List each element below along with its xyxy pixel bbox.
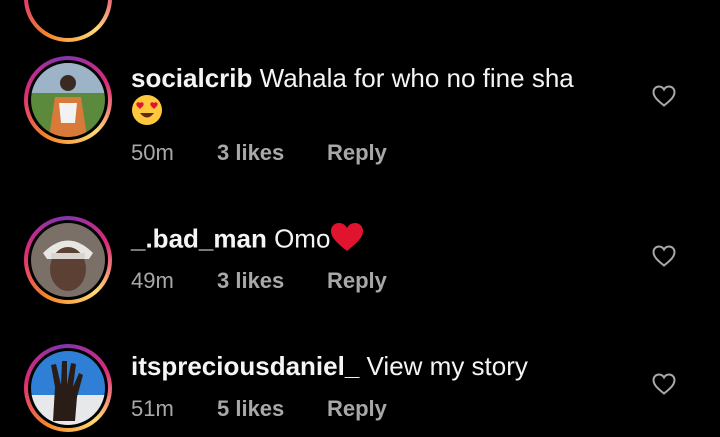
likes-count[interactable]: 3 likes xyxy=(217,140,327,166)
comment-meta: 49m 3 likes Reply xyxy=(131,268,387,294)
heart-outline-icon[interactable] xyxy=(652,245,676,267)
reply-button[interactable]: Reply xyxy=(327,268,387,294)
comment-emoji-line xyxy=(131,94,163,133)
likes-count[interactable]: 3 likes xyxy=(217,268,327,294)
comment-meta: 50m 3 likes Reply xyxy=(131,140,387,166)
comment-text: _.bad_man Omo xyxy=(131,222,364,259)
username[interactable]: _.bad_man xyxy=(131,223,267,253)
comment-body: View my story xyxy=(366,351,528,381)
comment-text: itspreciousdaniel_ View my story xyxy=(131,350,528,382)
avatar-photo xyxy=(31,223,105,297)
comment-meta: 51m 5 likes Reply xyxy=(131,396,387,422)
comment-body: Omo xyxy=(274,223,331,254)
avatar-photo xyxy=(31,63,105,137)
comment-time: 50m xyxy=(131,140,174,165)
avatar[interactable] xyxy=(24,344,112,432)
avatar[interactable] xyxy=(24,56,112,144)
heart-outline-icon[interactable] xyxy=(652,373,676,395)
avatar[interactable] xyxy=(24,216,112,304)
comment-time: 49m xyxy=(131,268,174,293)
avatar[interactable] xyxy=(24,0,112,42)
heart-outline-icon[interactable] xyxy=(652,85,676,107)
username[interactable]: itspreciousdaniel_ xyxy=(131,351,359,381)
comment-body: Wahala for who no fine sha xyxy=(259,63,574,93)
comment-time: 51m xyxy=(131,396,174,421)
heart-eyes-emoji-icon xyxy=(131,94,163,133)
reply-button[interactable]: Reply xyxy=(327,140,387,166)
username[interactable]: socialcrib xyxy=(131,63,252,93)
red-heart-emoji-icon xyxy=(330,222,364,259)
likes-count[interactable]: 5 likes xyxy=(217,396,327,422)
avatar-photo xyxy=(31,351,105,425)
comment-text: socialcrib Wahala for who no fine sha xyxy=(131,62,574,94)
reply-button[interactable]: Reply xyxy=(327,396,387,422)
